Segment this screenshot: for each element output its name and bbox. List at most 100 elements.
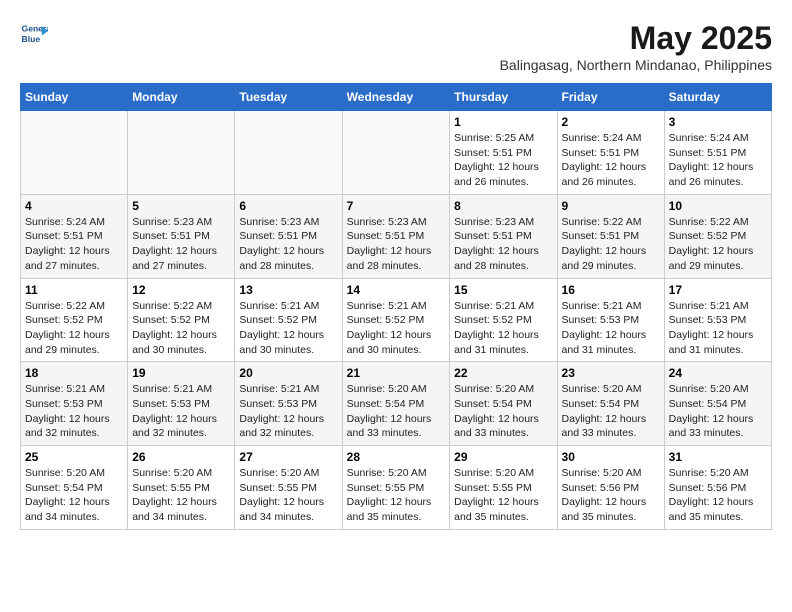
day-number: 25 [25,450,123,464]
calendar-cell: 24 Sunrise: 5:20 AM Sunset: 5:54 PM Dayli… [664,362,771,446]
day-number: 31 [669,450,767,464]
day-number: 10 [669,199,767,213]
calendar-cell [21,111,128,195]
calendar-cell: 22 Sunrise: 5:20 AM Sunset: 5:54 PM Dayli… [450,362,557,446]
day-info: Sunrise: 5:21 AM Sunset: 5:52 PM Dayligh… [347,299,446,358]
day-number: 3 [669,115,767,129]
day-number: 29 [454,450,552,464]
day-number: 19 [132,366,230,380]
day-number: 4 [25,199,123,213]
calendar-cell: 20 Sunrise: 5:21 AM Sunset: 5:53 PM Dayli… [235,362,342,446]
calendar-cell: 9 Sunrise: 5:22 AM Sunset: 5:51 PM Daylig… [557,194,664,278]
day-info: Sunrise: 5:20 AM Sunset: 5:54 PM Dayligh… [669,382,767,441]
day-info: Sunrise: 5:22 AM Sunset: 5:52 PM Dayligh… [669,215,767,274]
calendar-cell: 19 Sunrise: 5:21 AM Sunset: 5:53 PM Dayli… [128,362,235,446]
day-info: Sunrise: 5:20 AM Sunset: 5:54 PM Dayligh… [347,382,446,441]
day-info: Sunrise: 5:22 AM Sunset: 5:51 PM Dayligh… [562,215,660,274]
day-number: 27 [239,450,337,464]
calendar-week-row: 1 Sunrise: 5:25 AM Sunset: 5:51 PM Daylig… [21,111,772,195]
day-info: Sunrise: 5:21 AM Sunset: 5:52 PM Dayligh… [239,299,337,358]
weekday-header-saturday: Saturday [664,84,771,111]
day-number: 28 [347,450,446,464]
calendar-cell: 26Sunrise: 5:20 AM Sunset: 5:55 PM Dayli… [128,446,235,530]
calendar-cell: 15Sunrise: 5:21 AM Sunset: 5:52 PM Dayli… [450,278,557,362]
calendar-week-row: 11 Sunrise: 5:22 AM Sunset: 5:52 PM Dayli… [21,278,772,362]
calendar-cell: 16Sunrise: 5:21 AM Sunset: 5:53 PM Dayli… [557,278,664,362]
page-header: General Blue May 2025 Balingasag, Northe… [20,20,772,73]
day-info: Sunrise: 5:23 AM Sunset: 5:51 PM Dayligh… [454,215,552,274]
weekday-header-thursday: Thursday [450,84,557,111]
calendar-cell [235,111,342,195]
day-info: Sunrise: 5:20 AM Sunset: 5:54 PM Dayligh… [454,382,552,441]
day-number: 16 [562,283,660,297]
month-year-title: May 2025 [500,20,772,57]
day-number: 21 [347,366,446,380]
calendar-cell: 28Sunrise: 5:20 AM Sunset: 5:55 PM Dayli… [342,446,450,530]
calendar-cell: 17 Sunrise: 5:21 AM Sunset: 5:53 PM Dayli… [664,278,771,362]
day-number: 30 [562,450,660,464]
calendar-cell: 31 Sunrise: 5:20 AM Sunset: 5:56 PM Dayli… [664,446,771,530]
day-number: 24 [669,366,767,380]
calendar-week-row: 4Sunrise: 5:24 AM Sunset: 5:51 PM Daylig… [21,194,772,278]
day-info: Sunrise: 5:21 AM Sunset: 5:53 PM Dayligh… [669,299,767,358]
calendar-cell: 7Sunrise: 5:23 AM Sunset: 5:51 PM Daylig… [342,194,450,278]
day-info: Sunrise: 5:23 AM Sunset: 5:51 PM Dayligh… [132,215,230,274]
day-info: Sunrise: 5:20 AM Sunset: 5:54 PM Dayligh… [562,382,660,441]
day-info: Sunrise: 5:25 AM Sunset: 5:51 PM Dayligh… [454,131,552,190]
day-info: Sunrise: 5:20 AM Sunset: 5:55 PM Dayligh… [454,466,552,525]
calendar-week-row: 18Sunrise: 5:21 AM Sunset: 5:53 PM Dayli… [21,362,772,446]
day-number: 7 [347,199,446,213]
day-number: 26 [132,450,230,464]
calendar-cell: 11 Sunrise: 5:22 AM Sunset: 5:52 PM Dayli… [21,278,128,362]
calendar-cell: 6 Sunrise: 5:23 AM Sunset: 5:51 PM Daylig… [235,194,342,278]
day-number: 5 [132,199,230,213]
day-number: 1 [454,115,552,129]
weekday-header-monday: Monday [128,84,235,111]
calendar-cell: 18Sunrise: 5:21 AM Sunset: 5:53 PM Dayli… [21,362,128,446]
svg-text:Blue: Blue [22,34,41,44]
day-number: 2 [562,115,660,129]
day-number: 20 [239,366,337,380]
title-block: May 2025 Balingasag, Northern Mindanao, … [500,20,772,73]
calendar-header-row: SundayMondayTuesdayWednesdayThursdayFrid… [21,84,772,111]
calendar-cell: 25 Sunrise: 5:20 AM Sunset: 5:54 PM Dayli… [21,446,128,530]
day-info: Sunrise: 5:21 AM Sunset: 5:53 PM Dayligh… [239,382,337,441]
day-number: 11 [25,283,123,297]
day-number: 14 [347,283,446,297]
day-info: Sunrise: 5:22 AM Sunset: 5:52 PM Dayligh… [25,299,123,358]
calendar-cell: 10 Sunrise: 5:22 AM Sunset: 5:52 PM Dayli… [664,194,771,278]
calendar-cell: 29 Sunrise: 5:20 AM Sunset: 5:55 PM Dayli… [450,446,557,530]
calendar-cell: 23 Sunrise: 5:20 AM Sunset: 5:54 PM Dayli… [557,362,664,446]
day-info: Sunrise: 5:20 AM Sunset: 5:56 PM Dayligh… [562,466,660,525]
day-number: 13 [239,283,337,297]
day-info: Sunrise: 5:22 AM Sunset: 5:52 PM Dayligh… [132,299,230,358]
calendar-cell: 1 Sunrise: 5:25 AM Sunset: 5:51 PM Daylig… [450,111,557,195]
day-number: 22 [454,366,552,380]
day-info: Sunrise: 5:24 AM Sunset: 5:51 PM Dayligh… [669,131,767,190]
day-info: Sunrise: 5:24 AM Sunset: 5:51 PM Dayligh… [562,131,660,190]
calendar-cell: 13 Sunrise: 5:21 AM Sunset: 5:52 PM Dayli… [235,278,342,362]
calendar-week-row: 25 Sunrise: 5:20 AM Sunset: 5:54 PM Dayli… [21,446,772,530]
day-info: Sunrise: 5:21 AM Sunset: 5:53 PM Dayligh… [132,382,230,441]
calendar-cell: 3 Sunrise: 5:24 AM Sunset: 5:51 PM Daylig… [664,111,771,195]
day-info: Sunrise: 5:20 AM Sunset: 5:54 PM Dayligh… [25,466,123,525]
day-number: 12 [132,283,230,297]
calendar-cell: 4Sunrise: 5:24 AM Sunset: 5:51 PM Daylig… [21,194,128,278]
day-info: Sunrise: 5:20 AM Sunset: 5:56 PM Dayligh… [669,466,767,525]
day-info: Sunrise: 5:23 AM Sunset: 5:51 PM Dayligh… [239,215,337,274]
day-number: 17 [669,283,767,297]
logo: General Blue [20,20,48,48]
day-info: Sunrise: 5:21 AM Sunset: 5:53 PM Dayligh… [25,382,123,441]
calendar-cell: 14 Sunrise: 5:21 AM Sunset: 5:52 PM Dayli… [342,278,450,362]
calendar-cell: 30 Sunrise: 5:20 AM Sunset: 5:56 PM Dayli… [557,446,664,530]
calendar-cell [128,111,235,195]
logo-icon: General Blue [20,20,48,48]
weekday-header-tuesday: Tuesday [235,84,342,111]
calendar-cell: 12 Sunrise: 5:22 AM Sunset: 5:52 PM Dayli… [128,278,235,362]
calendar-cell: 8 Sunrise: 5:23 AM Sunset: 5:51 PM Daylig… [450,194,557,278]
calendar-cell: 2 Sunrise: 5:24 AM Sunset: 5:51 PM Daylig… [557,111,664,195]
day-number: 23 [562,366,660,380]
day-number: 8 [454,199,552,213]
day-number: 6 [239,199,337,213]
day-number: 9 [562,199,660,213]
